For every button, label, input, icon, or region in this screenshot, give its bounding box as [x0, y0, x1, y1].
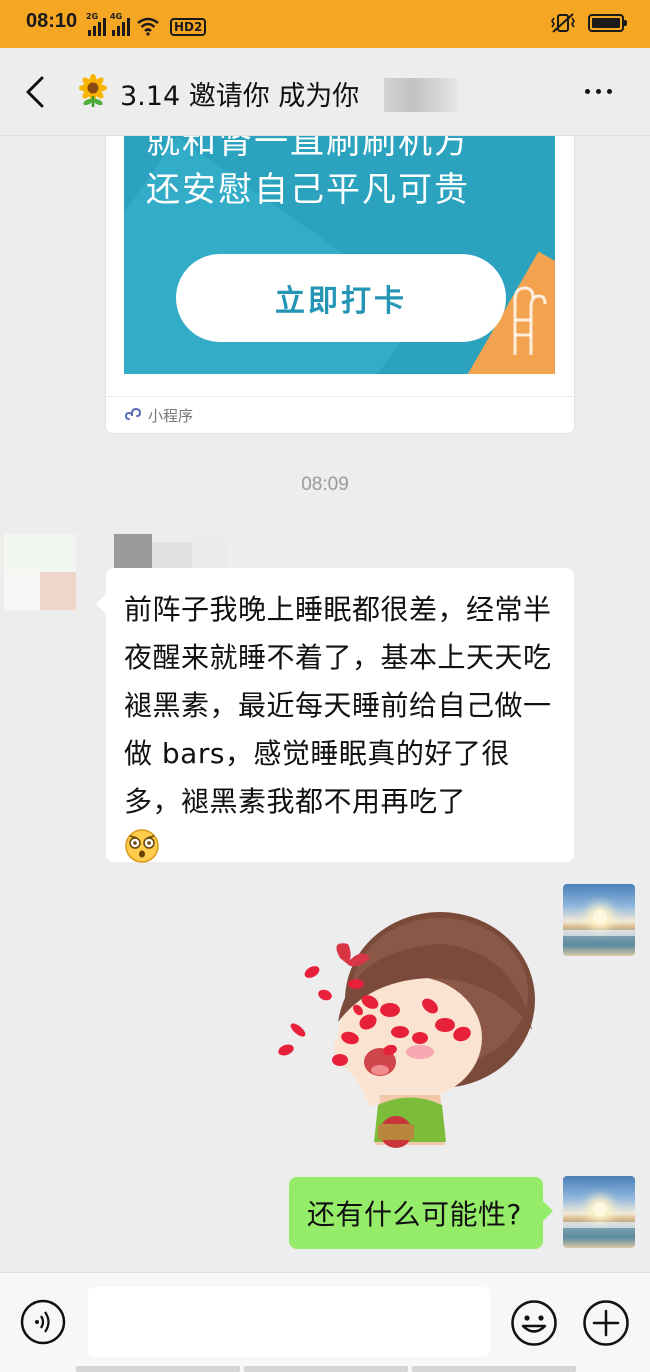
incoming-message-text: 前阵子我晚上睡眠都很差，经常半夜醒来就睡不着了，基本上天天吃褪黑素，最近每天睡前…: [124, 593, 552, 818]
battery-icon: [588, 14, 627, 32]
cover-text-clipped: 就和肾一直刷刷机方: [146, 136, 470, 162]
status-icons: 2G 4G HD2: [86, 12, 207, 36]
message-timestamp: 08:09: [301, 474, 349, 495]
mini-program-label: 小程序: [148, 406, 194, 425]
signal-icon: 4G: [110, 12, 130, 36]
check-in-button[interactable]: 立即打卡: [176, 254, 506, 342]
emoji-icon[interactable]: [510, 1299, 558, 1347]
signal-icon: 2G: [86, 12, 106, 36]
status-time: 08:10: [26, 10, 78, 32]
my-avatar[interactable]: [563, 1176, 635, 1248]
sunflower-icon: [79, 74, 107, 107]
outgoing-message-text: 还有什么可能性?: [307, 1198, 522, 1231]
network-type-label: 4G: [110, 12, 123, 21]
wifi-icon: [137, 17, 159, 36]
chat-title: 3.14 邀请你 成为你: [120, 81, 360, 112]
message-input[interactable]: [88, 1287, 490, 1357]
network-type-label: 2G: [86, 12, 99, 21]
more-icon[interactable]: [578, 80, 618, 102]
girl-with-rose-petals-sticker[interactable]: [270, 910, 540, 1160]
title-redaction: [384, 78, 458, 112]
incoming-message-bubble[interactable]: 前阵子我晚上睡眠都很差，经常半夜醒来就睡不着了，基本上天天吃褪黑素，最近每天睡前…: [96, 568, 574, 863]
mini-program-cover: 就和肾一直刷刷机方 还安慰自己平凡可贵 立即打卡: [124, 136, 555, 374]
cover-slogan: 还安慰自己平凡可贵: [146, 170, 470, 210]
hd-icon: HD2: [170, 18, 207, 36]
bottom-gesture-bar: [76, 1366, 576, 1372]
chat-header: 3.14 邀请你 成为你: [0, 48, 650, 136]
pool-ladder-icon: [513, 286, 547, 355]
back-arrow-icon[interactable]: [16, 72, 56, 112]
shocked-face-emoji: [125, 829, 159, 863]
mini-program-icon: [124, 407, 142, 420]
vibrate-icon: [551, 13, 575, 33]
plus-icon[interactable]: [582, 1299, 630, 1347]
voice-icon[interactable]: [20, 1299, 66, 1345]
contact-avatar[interactable]: [4, 534, 76, 610]
outgoing-message-bubble[interactable]: 还有什么可能性?: [289, 1177, 553, 1249]
mini-program-card[interactable]: 就和肾一直刷刷机方 还安慰自己平凡可贵 立即打卡 小程序: [106, 136, 574, 433]
status-bar: 08:10 2G 4G HD2: [0, 0, 650, 48]
status-right: [550, 12, 627, 34]
my-avatar[interactable]: [563, 884, 635, 956]
mini-program-footer: 小程序: [106, 396, 574, 433]
input-bar: [0, 1272, 650, 1372]
